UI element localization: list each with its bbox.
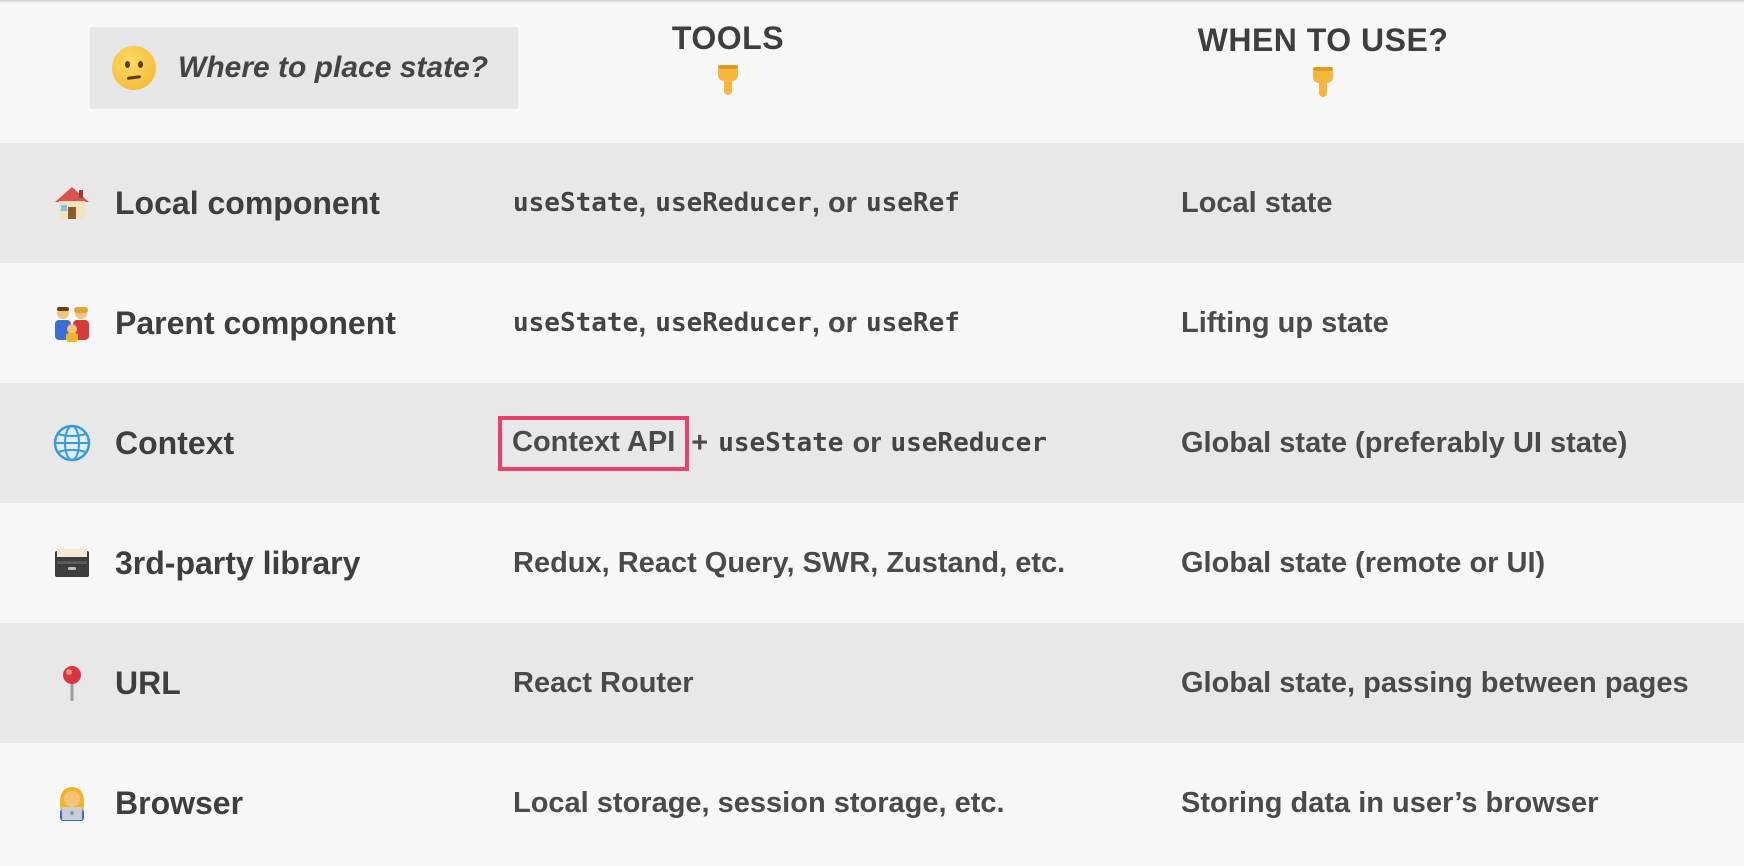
table-row: Local component useState, useReducer, or u… — [0, 143, 1744, 263]
row-tools: Context API + useState or useReducer — [498, 383, 1047, 503]
table-row: URL React Router Global state, passing b… — [0, 623, 1744, 743]
globe-icon — [50, 383, 94, 503]
file-cabinet-icon — [50, 503, 94, 623]
when-column-header: WHEN TO USE? — [1188, 22, 1458, 99]
table-header: Where to place state? TOOLS WHEN TO USE? — [0, 0, 1744, 142]
row-name: Local component — [115, 184, 380, 221]
highlighted-tool: Context API — [498, 415, 690, 471]
tool-code: useReducer — [655, 308, 812, 338]
tools-column-label: TOOLS — [671, 20, 785, 56]
row-name: Browser — [115, 784, 244, 821]
table-row: Context Context API + useState or useReducer… — [0, 383, 1744, 503]
table-row: 3rd-party library Redux, React Query, SW… — [0, 503, 1744, 623]
separator: , — [638, 186, 647, 219]
row-when: Global state (remote or UI) — [1181, 546, 1546, 579]
tools-column-header: TOOLS — [648, 20, 808, 97]
table-row: Browser Local storage, session storage, … — [0, 743, 1744, 863]
when-column-label: WHEN TO USE? — [1197, 22, 1449, 58]
tool-code: useReducer — [655, 188, 812, 218]
row-name: Context — [115, 424, 235, 461]
tool-code: useRef — [865, 188, 960, 218]
row-when: Lifting up state — [1181, 306, 1389, 339]
family-icon — [50, 263, 94, 383]
house-icon — [50, 143, 94, 263]
row-tools: Local storage, session storage, etc. — [513, 786, 1005, 819]
pointing-down-hand-icon — [1313, 67, 1333, 97]
row-name: 3rd-party library — [115, 544, 361, 581]
row-when: Global state (preferably UI state) — [1181, 426, 1628, 459]
row-when: Global state, passing between pages — [1181, 666, 1689, 699]
table-row: Parent component useState, useReducer, or… — [0, 263, 1744, 383]
row-tools: useState, useReducer, or useRef — [513, 263, 960, 383]
row-tools: React Router — [513, 666, 694, 699]
title-box: Where to place state? — [90, 27, 518, 109]
row-name: URL — [115, 664, 181, 701]
tool-code: useRef — [865, 308, 960, 338]
separator: or — [852, 426, 882, 459]
page-title: Where to place state? — [178, 51, 489, 84]
tool-code: useState — [513, 188, 639, 218]
row-tools: useState, useReducer, or useRef — [513, 143, 960, 263]
tool-code: useReducer — [890, 428, 1047, 458]
separator: , — [638, 306, 647, 339]
separator: , or — [811, 186, 857, 219]
row-when: Storing data in user’s browser — [1181, 786, 1599, 819]
technologist-icon — [50, 743, 94, 863]
thinking-face-icon — [112, 46, 156, 90]
pointing-down-hand-icon — [718, 65, 738, 95]
plus-sign: + — [691, 426, 709, 459]
tool-code: useState — [513, 308, 639, 338]
separator: , or — [811, 306, 857, 339]
round-pushpin-icon — [50, 623, 94, 743]
row-name: Parent component — [115, 304, 396, 341]
tool-code: useState — [718, 428, 844, 458]
row-tools: Redux, React Query, SWR, Zustand, etc. — [513, 546, 1066, 579]
row-when: Local state — [1181, 186, 1333, 219]
